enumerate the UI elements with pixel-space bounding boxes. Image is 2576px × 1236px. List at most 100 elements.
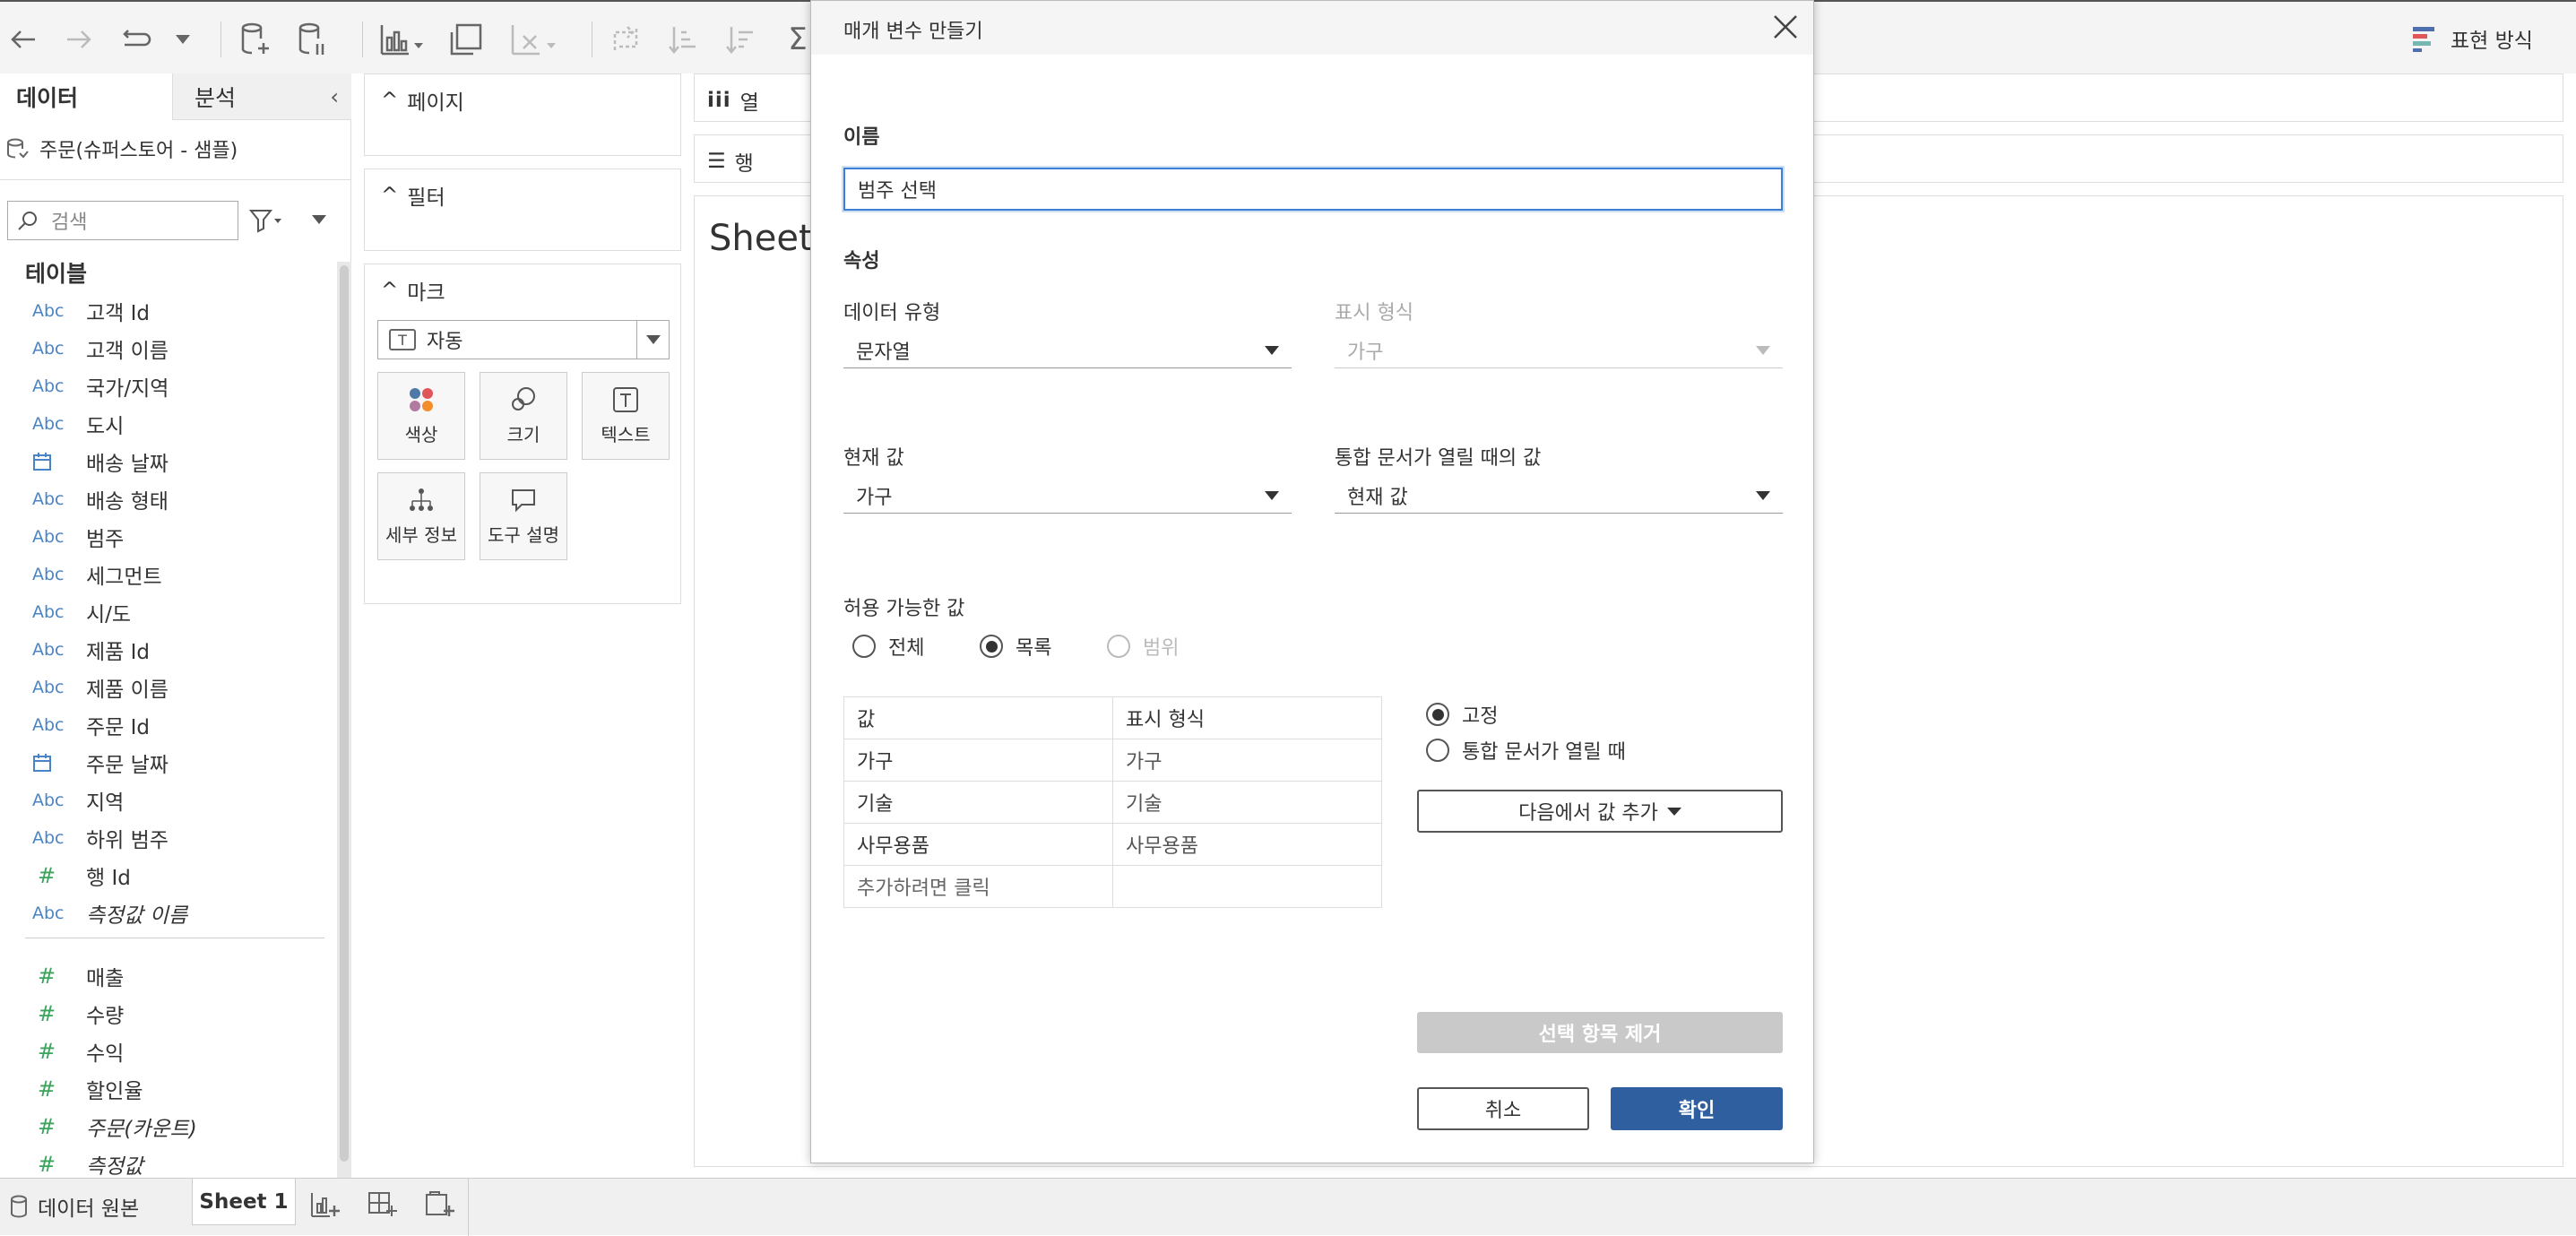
field-item[interactable]: Abc 주문 Id (0, 706, 332, 744)
data-type-value: 문자열 (856, 341, 911, 364)
duplicate-sheet-icon[interactable] (446, 20, 486, 59)
swap-icon[interactable] (606, 20, 645, 59)
filter-icon[interactable] (249, 208, 285, 233)
scrollbar[interactable] (337, 262, 351, 1178)
add-values-from-button[interactable]: 다음에서 값 추가 (1417, 790, 1783, 833)
redo-loop-icon[interactable] (117, 20, 156, 59)
number-type-icon: # (38, 863, 56, 888)
table-cell[interactable]: 사무용품 (1112, 823, 1382, 866)
field-name: 도시 (86, 415, 125, 438)
ok-button[interactable]: 확인 (1611, 1087, 1783, 1130)
sheet-tab[interactable]: Sheet 1 (192, 1179, 296, 1225)
field-item[interactable]: Abc 배송 형태 (0, 480, 332, 518)
size-button[interactable]: 크기 (480, 372, 567, 460)
pages-shelf[interactable]: ^ 페이지 (364, 73, 681, 156)
data-menu-caret-icon[interactable] (312, 215, 326, 224)
field-item[interactable]: Abc 세그먼트 (0, 556, 332, 593)
text-button[interactable]: 텍스트 (582, 372, 670, 460)
field-item[interactable]: Abc 국가/지역 (0, 367, 332, 405)
radio-circle-selected (1426, 703, 1449, 726)
dropdown-caret-icon[interactable] (163, 20, 203, 59)
radio-fixed[interactable]: 고정 (1426, 700, 1498, 729)
sort-ascending-icon[interactable] (663, 20, 703, 59)
mark-type-dropdown[interactable]: T 자동 (377, 320, 670, 359)
field-item[interactable]: Abc 제품 Id (0, 631, 332, 669)
field-item[interactable]: Abc 고객 이름 (0, 330, 332, 367)
datasource-row[interactable]: 주문(슈퍼스토어 - 샘플) (0, 129, 351, 169)
field-name: 주문(카운트) (86, 1118, 197, 1141)
color-button[interactable]: 색상 (377, 372, 465, 460)
datasource-tab[interactable]: 데이터 원본 (9, 1191, 139, 1222)
field-item[interactable]: Abc 하위 범주 (0, 819, 332, 857)
radio-range-label: 범위 (1143, 637, 1180, 660)
table-cell[interactable]: 기술 (1112, 781, 1382, 824)
table-cell[interactable]: 사무용품 (843, 823, 1113, 866)
detail-button[interactable]: 세부 정보 (377, 472, 465, 560)
field-item[interactable]: Abc 고객 Id (0, 292, 332, 330)
new-worksheet-icon[interactable] (310, 1191, 341, 1218)
collapse-chevron-icon[interactable]: ‹ (330, 84, 339, 109)
table-cell[interactable] (1112, 865, 1382, 908)
current-value-dropdown[interactable]: 가구 (843, 478, 1292, 514)
new-story-icon[interactable] (425, 1191, 455, 1218)
pause-datasource-icon[interactable] (292, 20, 332, 59)
field-item[interactable]: # 매출 (0, 957, 332, 995)
string-type-icon: Abc (32, 791, 65, 810)
field-item[interactable]: 배송 날짜 (0, 443, 332, 480)
collapse-caret-icon[interactable]: ^ (381, 89, 398, 112)
field-item[interactable]: Abc 도시 (0, 405, 332, 443)
show-me-icon (2413, 27, 2434, 52)
field-item[interactable]: # 행 Id (0, 857, 332, 895)
number-type-icon: # (38, 1114, 56, 1139)
collapse-caret-icon[interactable]: ^ (381, 279, 398, 302)
field-name: 고객 Id (86, 302, 151, 325)
clear-sheet-icon[interactable] (507, 20, 561, 59)
field-item[interactable]: Abc 시/도 (0, 593, 332, 631)
show-me-button[interactable]: 표현 방식 (2411, 23, 2533, 54)
new-datasource-icon[interactable] (235, 20, 274, 59)
workbook-open-dropdown[interactable]: 현재 값 (1335, 478, 1783, 514)
back-arrow-icon[interactable] (4, 20, 43, 59)
table-cell[interactable]: 기술 (843, 781, 1113, 824)
close-icon[interactable] (1772, 13, 1799, 40)
click-to-add-cell[interactable]: 추가하려면 클릭 (843, 865, 1113, 908)
cancel-button[interactable]: 취소 (1417, 1087, 1589, 1130)
name-label: 이름 (843, 126, 880, 149)
field-item[interactable]: # 할인율 (0, 1070, 332, 1108)
table-row[interactable]: 기술 기술 (843, 781, 1382, 824)
table-row[interactable]: 사무용품 사무용품 (843, 823, 1382, 866)
parameter-name-input[interactable]: 범주 선택 (843, 168, 1783, 211)
new-worksheet-icon[interactable] (376, 20, 427, 59)
string-type-icon: Abc (32, 339, 65, 359)
field-item[interactable]: # 주문(카운트) (0, 1108, 332, 1145)
field-item[interactable]: Abc 측정값 이름 (0, 895, 332, 932)
table-cell[interactable]: 가구 (843, 739, 1113, 782)
search-input[interactable]: 검색 (7, 201, 238, 240)
field-item[interactable]: Abc 제품 이름 (0, 669, 332, 706)
field-name: 배송 형태 (86, 490, 169, 514)
new-dashboard-icon[interactable] (367, 1191, 398, 1218)
radio-list[interactable]: 목록 (980, 632, 1051, 661)
collapse-caret-icon[interactable]: ^ (381, 184, 398, 207)
radio-on-open[interactable]: 통합 문서가 열릴 때 (1426, 736, 1626, 765)
field-item[interactable]: # 수익 (0, 1033, 332, 1070)
sort-descending-icon[interactable] (721, 20, 760, 59)
display-format-label: 표시 형식 (1335, 302, 1413, 324)
forward-arrow-icon[interactable] (59, 20, 99, 59)
table-row[interactable]: 가구 가구 (843, 739, 1382, 782)
filters-shelf[interactable]: ^ 필터 (364, 169, 681, 251)
string-type-icon: Abc (32, 715, 65, 735)
add-row[interactable]: 추가하려면 클릭 (843, 865, 1382, 908)
table-cell[interactable]: 가구 (1112, 739, 1382, 782)
data-type-dropdown[interactable]: 문자열 (843, 333, 1292, 368)
field-item[interactable]: Abc 범주 (0, 518, 332, 556)
field-item[interactable]: Abc 지역 (0, 782, 332, 819)
field-item[interactable]: 주문 날짜 (0, 744, 332, 782)
radio-circle (852, 635, 876, 658)
tables-header: 테이블 (25, 261, 88, 287)
radio-all[interactable]: 전체 (852, 632, 924, 661)
field-item[interactable]: # 수량 (0, 995, 332, 1033)
tooltip-button[interactable]: 도구 설명 (480, 472, 567, 560)
tab-data[interactable]: 데이터 (0, 73, 172, 120)
tab-analysis[interactable]: 분석 ‹ (172, 73, 351, 120)
